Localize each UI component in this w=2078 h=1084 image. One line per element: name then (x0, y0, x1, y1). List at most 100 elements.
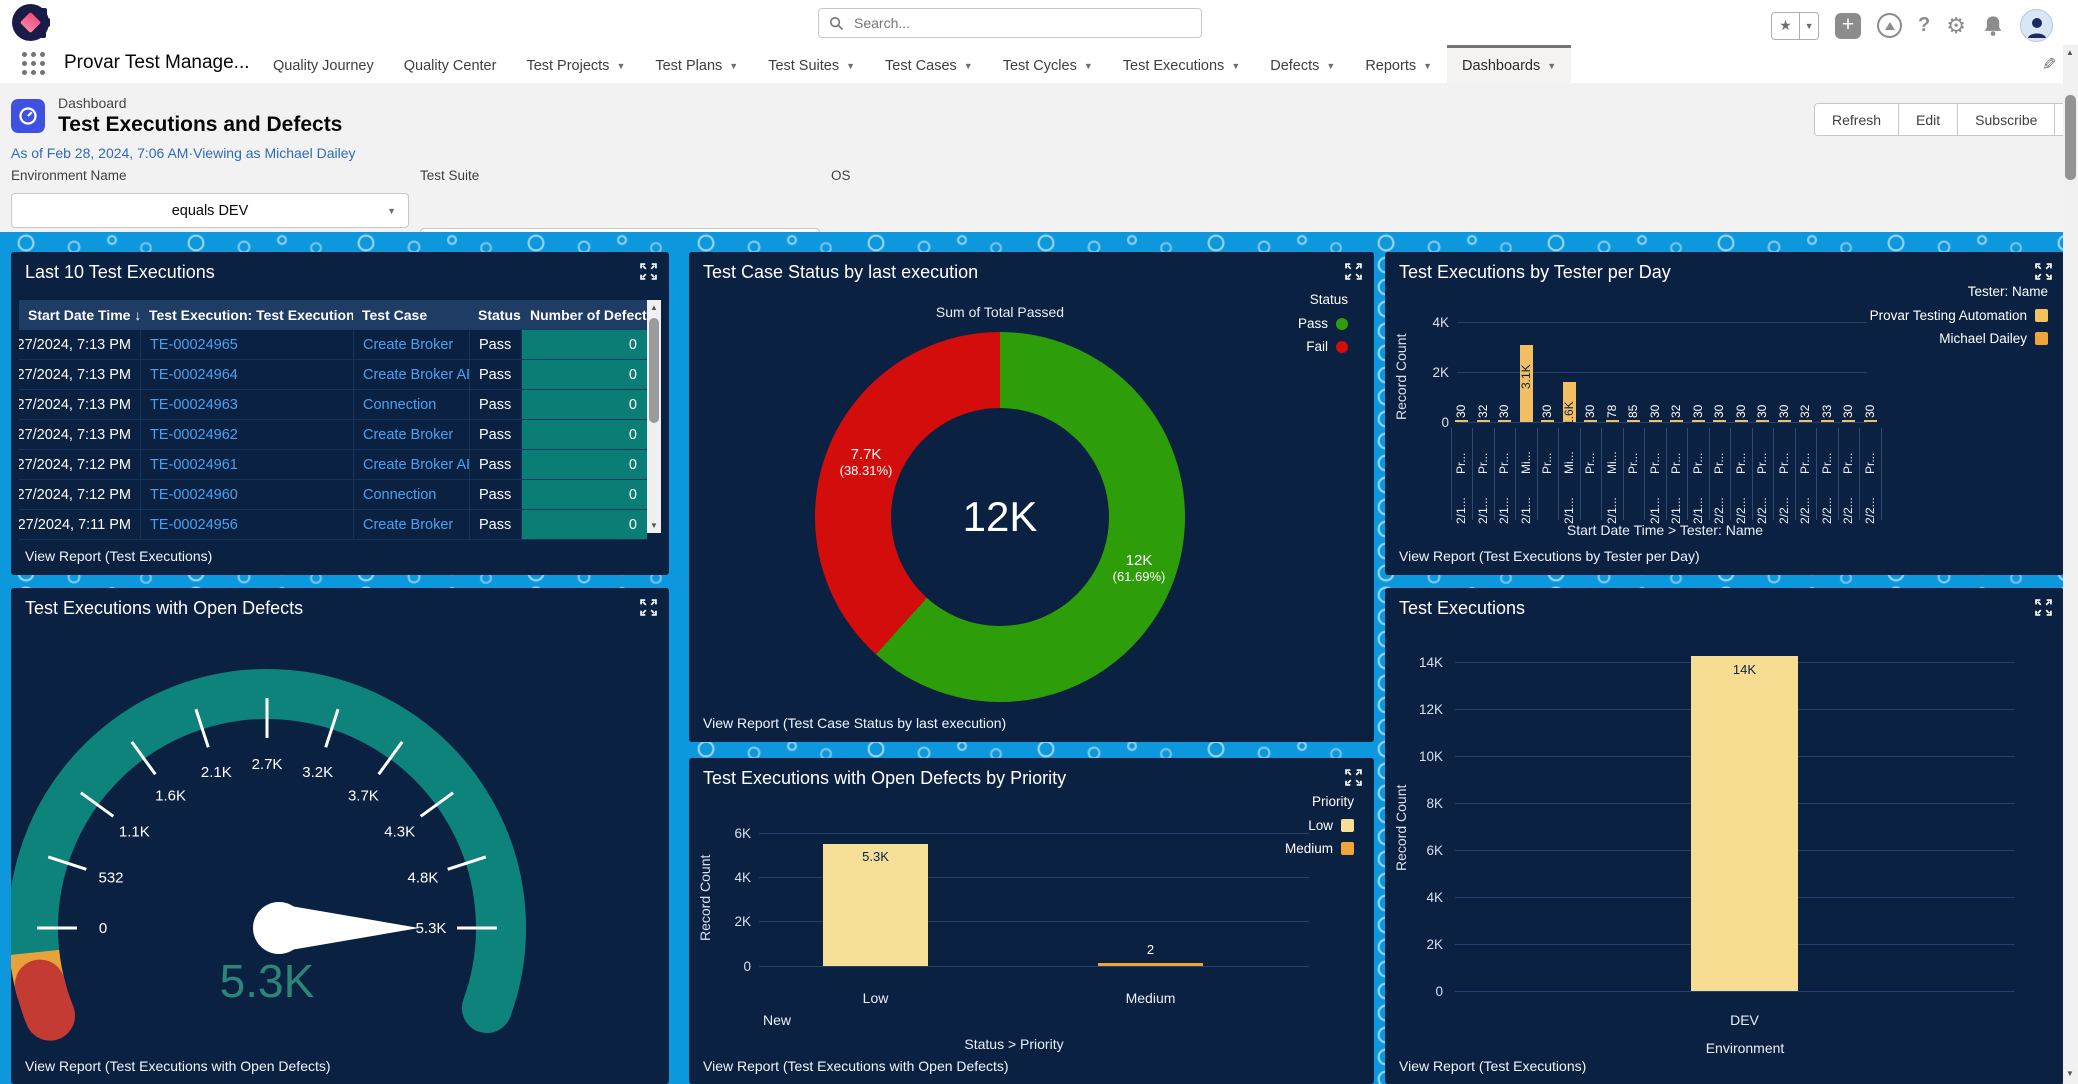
tab-test-suites[interactable]: Test Suites▼ (753, 45, 870, 83)
view-report-link[interactable]: View Report (Test Executions with Open D… (703, 1058, 1009, 1074)
filter-environment-select[interactable]: equals DEV▼ (11, 193, 409, 228)
search-input[interactable] (852, 14, 1191, 32)
expand-icon[interactable] (2035, 599, 2052, 616)
tab-test-executions[interactable]: Test Executions ▼ (1108, 45, 1255, 83)
chevron-down-icon: ▼ (1231, 61, 1240, 71)
legend-item: Low (1308, 818, 1354, 833)
bar[interactable] (1584, 420, 1597, 422)
tab-quality-center[interactable]: Quality Center (389, 45, 512, 83)
dashboard-actions: Refresh Edit Subscribe ▼ (1814, 103, 2078, 136)
tab-reports[interactable]: Reports▼ (1350, 45, 1447, 83)
scroll-up-icon[interactable]: ▲ (2063, 48, 2077, 57)
favorites-chevron-down-icon[interactable]: ▼ (1799, 13, 1818, 39)
bar[interactable] (1692, 420, 1705, 422)
expand-icon[interactable] (1345, 263, 1362, 280)
cell-test-case-link[interactable]: Create Broker (363, 517, 453, 533)
expand-icon[interactable] (1345, 769, 1362, 786)
edit-button[interactable]: Edit (1899, 104, 1958, 135)
bar[interactable] (1541, 420, 1554, 422)
avatar[interactable] (2020, 9, 2053, 42)
notifications-bell-icon[interactable] (1982, 14, 2004, 38)
cell-test-execution-link[interactable]: TE-00024961 (150, 457, 238, 473)
tab-test-cycles[interactable]: Test Cycles▼ (988, 45, 1108, 83)
bar[interactable] (1778, 420, 1791, 422)
cell-status: Pass (469, 450, 521, 479)
expand-icon[interactable] (640, 599, 657, 616)
bar[interactable] (1756, 420, 1769, 422)
bar[interactable] (1498, 420, 1511, 422)
cell-test-execution-link[interactable]: TE-00024964 (150, 367, 238, 383)
cell-test-execution-link[interactable]: TE-00024965 (150, 337, 238, 353)
scroll-down-icon[interactable]: ▼ (647, 521, 661, 530)
view-report-link[interactable]: View Report (Test Executions by Tester p… (1399, 548, 1700, 564)
guidance-center-icon[interactable] (1877, 13, 1902, 38)
expand-icon[interactable] (2035, 263, 2052, 280)
refresh-button[interactable]: Refresh (1815, 104, 1899, 135)
global-actions-plus-icon[interactable]: + (1835, 13, 1861, 39)
cell-test-case-link[interactable]: Connection (363, 487, 436, 503)
column-header[interactable]: Status (469, 300, 521, 330)
slice-label-fail: 7.7K (38.31%) (801, 446, 931, 478)
global-search[interactable] (818, 8, 1202, 38)
page-scrollbar[interactable]: ▲ ▼ (2063, 45, 2078, 1084)
bar[interactable] (1455, 420, 1468, 422)
bar[interactable] (1799, 420, 1812, 422)
cell-test-case-link[interactable]: Create Broker API (363, 457, 469, 473)
widget-title: Test Executions with Open Defects (25, 598, 303, 619)
scrollbar-thumb[interactable] (2065, 95, 2076, 180)
tab-quality-journey[interactable]: Quality Journey (258, 45, 389, 83)
bar-dev[interactable] (1691, 656, 1798, 991)
app-name[interactable]: Provar Test Manage... (64, 52, 250, 74)
legend-item-fail: Fail (1306, 339, 1348, 354)
scroll-up-icon[interactable]: ▲ (647, 303, 661, 312)
cell-test-execution-link[interactable]: TE-00024956 (150, 517, 238, 533)
cell-test-case-link[interactable]: Connection (363, 397, 436, 413)
tab-test-cases[interactable]: Test Cases▼ (870, 45, 988, 83)
view-report-link[interactable]: View Report (Test Executions) (1399, 1058, 1586, 1074)
cell-test-case-link[interactable]: Create Broker (363, 337, 453, 353)
help-icon[interactable]: ? (1918, 14, 1930, 37)
column-header[interactable]: Number of Defects (521, 300, 647, 330)
view-report-link[interactable]: View Report (Test Executions with Open D… (25, 1058, 331, 1074)
bar[interactable] (1627, 420, 1640, 422)
scrollbar-thumb[interactable] (649, 318, 659, 423)
column-header[interactable]: Test Case (353, 300, 469, 330)
table-scrollbar[interactable]: ▲ ▼ (647, 300, 661, 533)
bar[interactable] (1606, 420, 1619, 422)
y-tick: 2K (1403, 937, 1443, 952)
cell-test-case: Connection (353, 390, 469, 419)
column-header[interactable]: Test Execution: Test Execution Number (140, 300, 353, 330)
tab-test-plans[interactable]: Test Plans▼ (640, 45, 753, 83)
cell-test-case-link[interactable]: Create Broker API (363, 367, 469, 383)
expand-icon[interactable] (640, 263, 657, 280)
bar[interactable] (1477, 420, 1490, 422)
cell-test-execution-link[interactable]: TE-00024960 (150, 487, 238, 503)
cell-test-case-link[interactable]: Create Broker (363, 427, 453, 443)
bar[interactable] (1713, 420, 1726, 422)
widget-test-executions-by-tester: Test Executions by Tester per Day Tester… (1385, 252, 2064, 575)
favorites-star-icon[interactable]: ★ (1772, 13, 1799, 39)
chevron-down-icon: ▼ (729, 61, 738, 71)
bar[interactable] (1649, 420, 1662, 422)
cell-test-execution-link[interactable]: TE-00024962 (150, 427, 238, 443)
view-report-link[interactable]: View Report (Test Case Status by last ex… (703, 715, 1006, 731)
tab-dashboards[interactable]: Dashboards▼ (1447, 45, 1571, 83)
tab-label: Test Executions (1123, 58, 1225, 74)
bar[interactable] (1670, 420, 1683, 422)
app-launcher-icon[interactable] (22, 52, 46, 76)
tab-defects[interactable]: Defects▼ (1255, 45, 1350, 83)
scroll-down-icon[interactable]: ▼ (2063, 1069, 2077, 1078)
x-tick-tester: Pr... (1777, 428, 1793, 474)
bar-medium[interactable] (1098, 963, 1203, 966)
edit-pencil-icon[interactable]: ✎ (2042, 55, 2056, 75)
bar[interactable] (1864, 420, 1877, 422)
bar[interactable] (1735, 420, 1748, 422)
setup-gear-icon[interactable]: ⚙ (1946, 13, 1966, 39)
bar[interactable] (1821, 420, 1834, 422)
tab-test-projects[interactable]: Test Projects▼ (511, 45, 640, 83)
widget-title: Test Executions (1399, 598, 1525, 619)
cell-test-execution-link[interactable]: TE-00024963 (150, 397, 238, 413)
bar[interactable] (1842, 420, 1855, 422)
view-report-link[interactable]: View Report (Test Executions) (25, 548, 212, 564)
subscribe-button[interactable]: Subscribe (1958, 104, 2055, 135)
